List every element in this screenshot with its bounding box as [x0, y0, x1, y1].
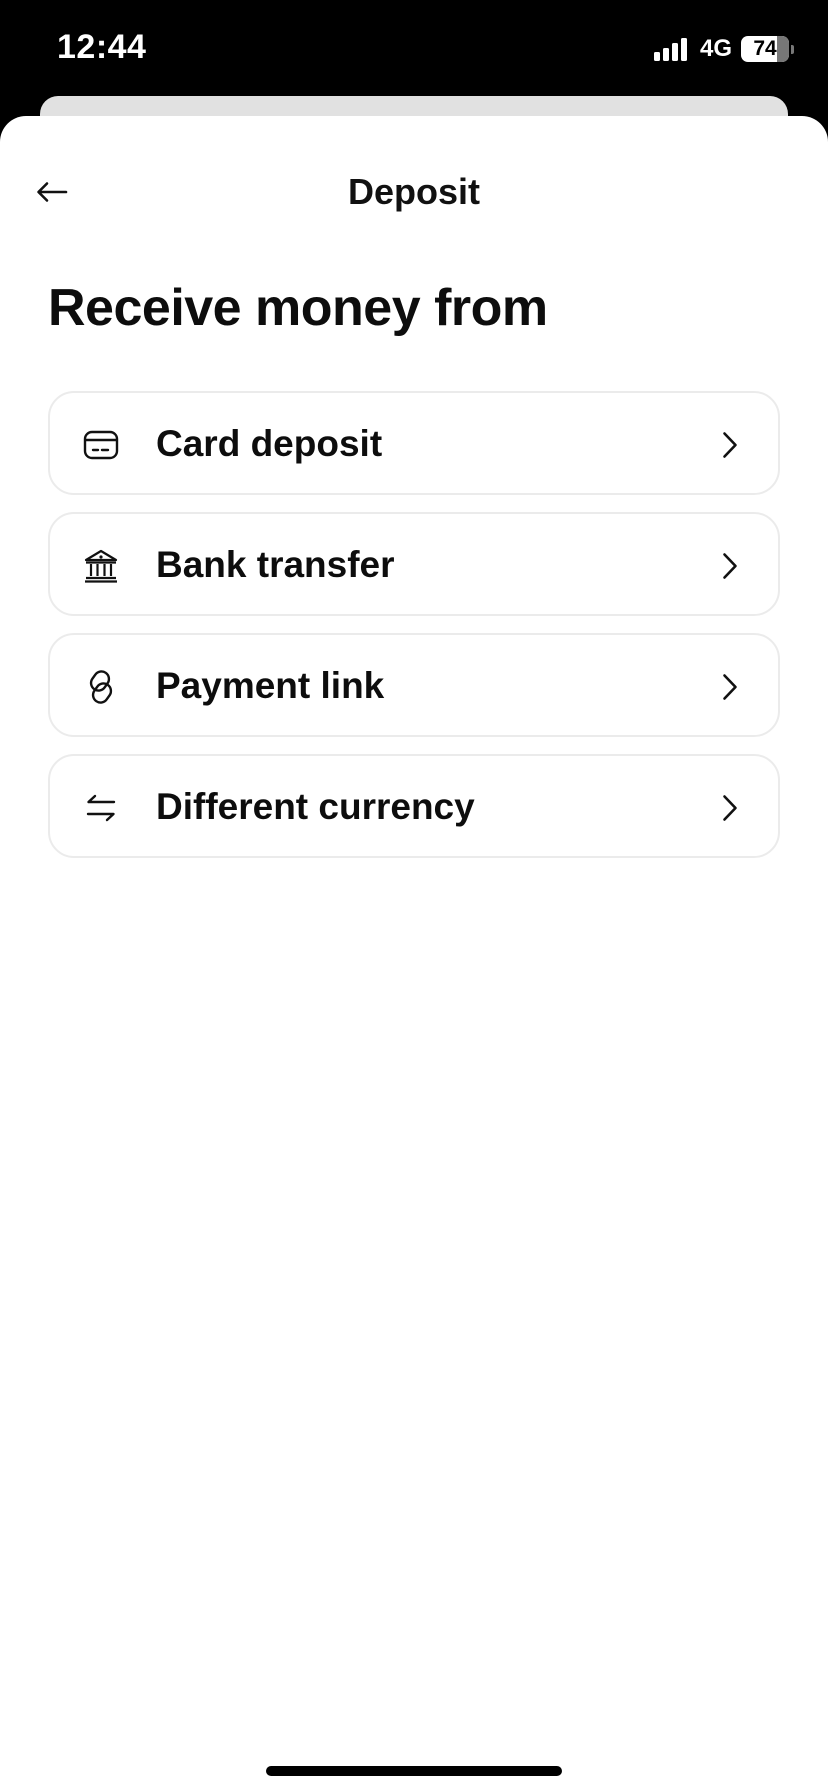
chevron-right-icon	[723, 553, 737, 579]
status-indicators: 4G 74	[653, 34, 794, 64]
battery-level: 74	[753, 37, 777, 60]
back-button[interactable]	[24, 166, 80, 218]
arrow-left-icon	[37, 182, 68, 202]
battery-tip	[791, 44, 794, 54]
chevron-right-icon	[723, 674, 737, 700]
status-time: 12:44	[57, 28, 147, 66]
exchange-icon	[86, 794, 116, 822]
nav-bar: Deposit	[0, 156, 828, 228]
deposit-options-list: Card deposit Bank transfer Payment link …	[48, 391, 780, 875]
option-card-deposit[interactable]: Card deposit	[48, 391, 780, 495]
option-label: Bank transfer	[156, 544, 395, 585]
option-payment-link[interactable]: Payment link	[48, 633, 780, 737]
chevron-right-icon	[723, 432, 737, 458]
link-icon	[89, 670, 113, 704]
battery-icon: 74	[741, 36, 789, 62]
deposit-sheet: Deposit Receive money from Card deposit	[0, 116, 828, 1792]
status-bar: 12:44 4G 74	[0, 0, 828, 96]
bank-icon	[84, 549, 118, 583]
option-different-currency[interactable]: Different currency	[48, 754, 780, 858]
signal-icon	[653, 37, 690, 61]
page-title: Deposit	[347, 171, 480, 212]
option-bank-transfer[interactable]: Bank transfer	[48, 512, 780, 616]
card-icon	[83, 430, 119, 460]
chevron-right-icon	[723, 795, 737, 821]
section-heading: Receive money from	[48, 279, 548, 337]
option-label: Card deposit	[156, 423, 383, 464]
option-label: Payment link	[156, 665, 385, 706]
option-label: Different currency	[156, 786, 475, 827]
home-indicator[interactable]	[266, 1766, 562, 1776]
network-label: 4G	[699, 35, 732, 62]
